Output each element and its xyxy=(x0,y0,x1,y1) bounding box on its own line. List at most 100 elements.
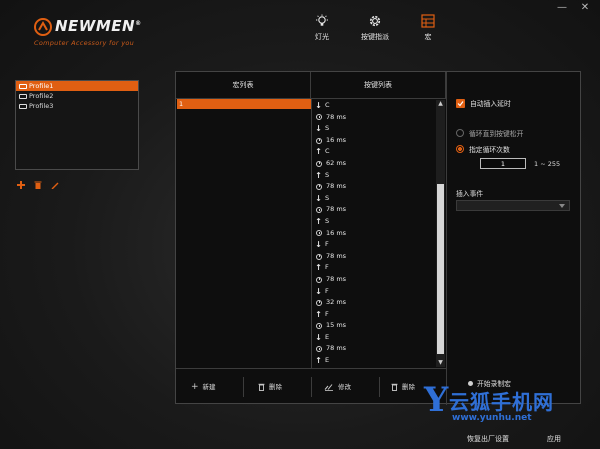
key-event-row[interactable]: ↑ C xyxy=(312,146,434,158)
key-event-row[interactable]: ↑ E xyxy=(312,355,434,367)
key-event-row[interactable]: ↓ S xyxy=(312,193,434,205)
key-event-row[interactable]: ↓ E xyxy=(312,332,434,344)
gear-icon xyxy=(369,15,381,27)
scroll-thumb[interactable] xyxy=(437,184,444,354)
nav-tab-key-assign[interactable]: 按键指派 xyxy=(350,14,400,42)
nav-label-macro: 宏 xyxy=(424,33,432,41)
key-list-scrollbar[interactable]: ▲ ▼ xyxy=(436,100,445,367)
watermark-letter: Y xyxy=(424,380,449,420)
key-event-row[interactable]: 78 ms xyxy=(312,112,434,124)
restore-defaults-button[interactable]: 恢复出厂设置 xyxy=(467,434,509,444)
delete-profile-button[interactable] xyxy=(33,180,43,190)
key-event-row[interactable]: 78 ms xyxy=(312,274,434,286)
newmen-logo-icon xyxy=(34,18,52,36)
watermark-text: 云狐手机网 xyxy=(449,390,554,414)
minimize-button[interactable]: — xyxy=(555,2,569,13)
key-event-row[interactable]: 78 ms xyxy=(312,251,434,263)
key-event-text: E xyxy=(325,332,330,341)
specified-loop-count-radio[interactable]: 指定循环次数 xyxy=(456,144,510,154)
plus-icon: + xyxy=(191,382,199,392)
insert-event-dropdown[interactable] xyxy=(456,200,570,211)
profile-item-1[interactable]: Profile1 xyxy=(16,81,138,91)
loop-count-input[interactable] xyxy=(480,158,526,169)
key-event-text: 78 ms xyxy=(326,251,347,260)
specified-loop-count-label: 指定循环次数 xyxy=(469,146,510,154)
clock-icon xyxy=(316,137,322,144)
auto-insert-delay-label: 自动插入延时 xyxy=(470,100,511,108)
profile-actions xyxy=(16,180,60,190)
key-event-text: F xyxy=(325,286,329,295)
edit-key-button[interactable]: 修改 xyxy=(324,381,351,393)
scroll-down-icon[interactable]: ▼ xyxy=(436,359,445,367)
profile-item-3[interactable]: Profile3 xyxy=(16,101,138,111)
arrow-down-icon: ↓ xyxy=(315,332,322,342)
delete-key-label: 删除 xyxy=(402,383,415,391)
key-event-row[interactable]: ↑ F xyxy=(312,309,434,321)
apply-button[interactable]: 应用 xyxy=(547,434,561,444)
key-event-text: C xyxy=(325,147,330,156)
arrow-down-icon: ↓ xyxy=(315,101,322,110)
key-event-row[interactable]: ↓ F xyxy=(312,286,434,298)
nav-tab-macro[interactable]: 宏 xyxy=(403,14,453,42)
plus-icon xyxy=(17,181,25,189)
key-event-row[interactable]: 78 ms xyxy=(312,204,434,216)
profile-icon xyxy=(19,93,27,99)
key-event-row[interactable]: 78 ms xyxy=(312,181,434,193)
key-event-row[interactable]: ↓ S xyxy=(312,123,434,135)
arrow-up-icon: ↑ xyxy=(315,263,322,273)
loop-until-release-label: 循环直到按键松开 xyxy=(469,130,524,138)
macro-actions-bar: + 新建 删除 修改 删除 xyxy=(176,368,446,404)
key-event-row[interactable]: ↑ S xyxy=(312,170,434,182)
macro-list-header: 宏列表 xyxy=(176,72,311,99)
key-event-row[interactable]: 16 ms xyxy=(312,228,434,240)
profile-item-2[interactable]: Profile2 xyxy=(16,91,138,101)
rename-profile-button[interactable] xyxy=(50,180,60,190)
loop-until-release-radio[interactable]: 循环直到按键松开 xyxy=(456,128,523,138)
loop-count-range: 1 ~ 255 xyxy=(534,160,561,168)
arrow-down-icon: ↓ xyxy=(315,124,322,134)
key-event-row[interactable]: ↓ C xyxy=(312,100,434,112)
key-event-list[interactable]: ↓ C 78 ms ↓ S 16 ms ↑ C 62 ms ↑ S 78 ms ↓ S 78 ms ↑ S 16 … xyxy=(312,100,434,367)
key-event-text: 16 ms xyxy=(326,135,347,144)
key-event-text: F xyxy=(325,263,329,272)
arrow-up-icon: ↑ xyxy=(315,356,322,366)
clock-icon xyxy=(316,299,322,306)
key-event-row[interactable]: 16 ms xyxy=(312,135,434,147)
key-list-header: 按键列表 xyxy=(311,72,446,99)
key-event-row[interactable]: ↑ S xyxy=(312,216,434,228)
auto-insert-delay-checkbox[interactable]: 自动插入延时 xyxy=(456,98,511,108)
chevron-down-icon xyxy=(559,204,565,208)
key-event-text: 78 ms xyxy=(326,205,347,214)
key-event-row[interactable]: 62 ms xyxy=(312,158,434,170)
key-event-row[interactable]: 32 ms xyxy=(312,297,434,309)
pencil-icon xyxy=(51,182,59,189)
nav-label-lighting: 灯光 xyxy=(315,33,329,41)
key-event-text: S xyxy=(325,170,330,179)
key-event-text: 78 ms xyxy=(326,344,347,353)
edit-link-icon xyxy=(324,384,333,391)
brand-tagline: Computer Accessory for you xyxy=(34,39,135,47)
close-button[interactable]: ✕ xyxy=(578,2,592,13)
key-event-row[interactable]: 15 ms xyxy=(312,320,434,332)
delete-macro-button[interactable]: 删除 xyxy=(258,381,282,393)
scroll-up-icon[interactable]: ▲ xyxy=(436,100,445,108)
profile-list: Profile1 Profile2 Profile3 xyxy=(15,80,139,170)
clock-icon xyxy=(316,207,322,214)
macro-grid-icon xyxy=(421,14,435,28)
arrow-up-icon: ↑ xyxy=(315,147,322,157)
key-event-text: S xyxy=(325,216,330,225)
delete-key-button[interactable]: 删除 xyxy=(391,381,415,393)
new-macro-button[interactable]: + 新建 xyxy=(191,381,216,393)
brand-name: NEWMEN® xyxy=(55,17,142,35)
key-event-text: 78 ms xyxy=(326,112,347,121)
add-profile-button[interactable] xyxy=(16,180,26,190)
key-event-row[interactable]: ↑ F xyxy=(312,262,434,274)
arrow-up-icon: ↑ xyxy=(315,216,322,226)
key-event-row[interactable]: ↓ F xyxy=(312,239,434,251)
nav-tab-lighting[interactable]: 灯光 xyxy=(297,14,347,42)
trash-icon xyxy=(34,181,42,189)
macro-list-item[interactable]: 1 xyxy=(177,99,311,109)
key-event-row[interactable]: 78 ms xyxy=(312,343,434,355)
profile-icon xyxy=(19,103,27,109)
clock-icon xyxy=(316,253,322,260)
